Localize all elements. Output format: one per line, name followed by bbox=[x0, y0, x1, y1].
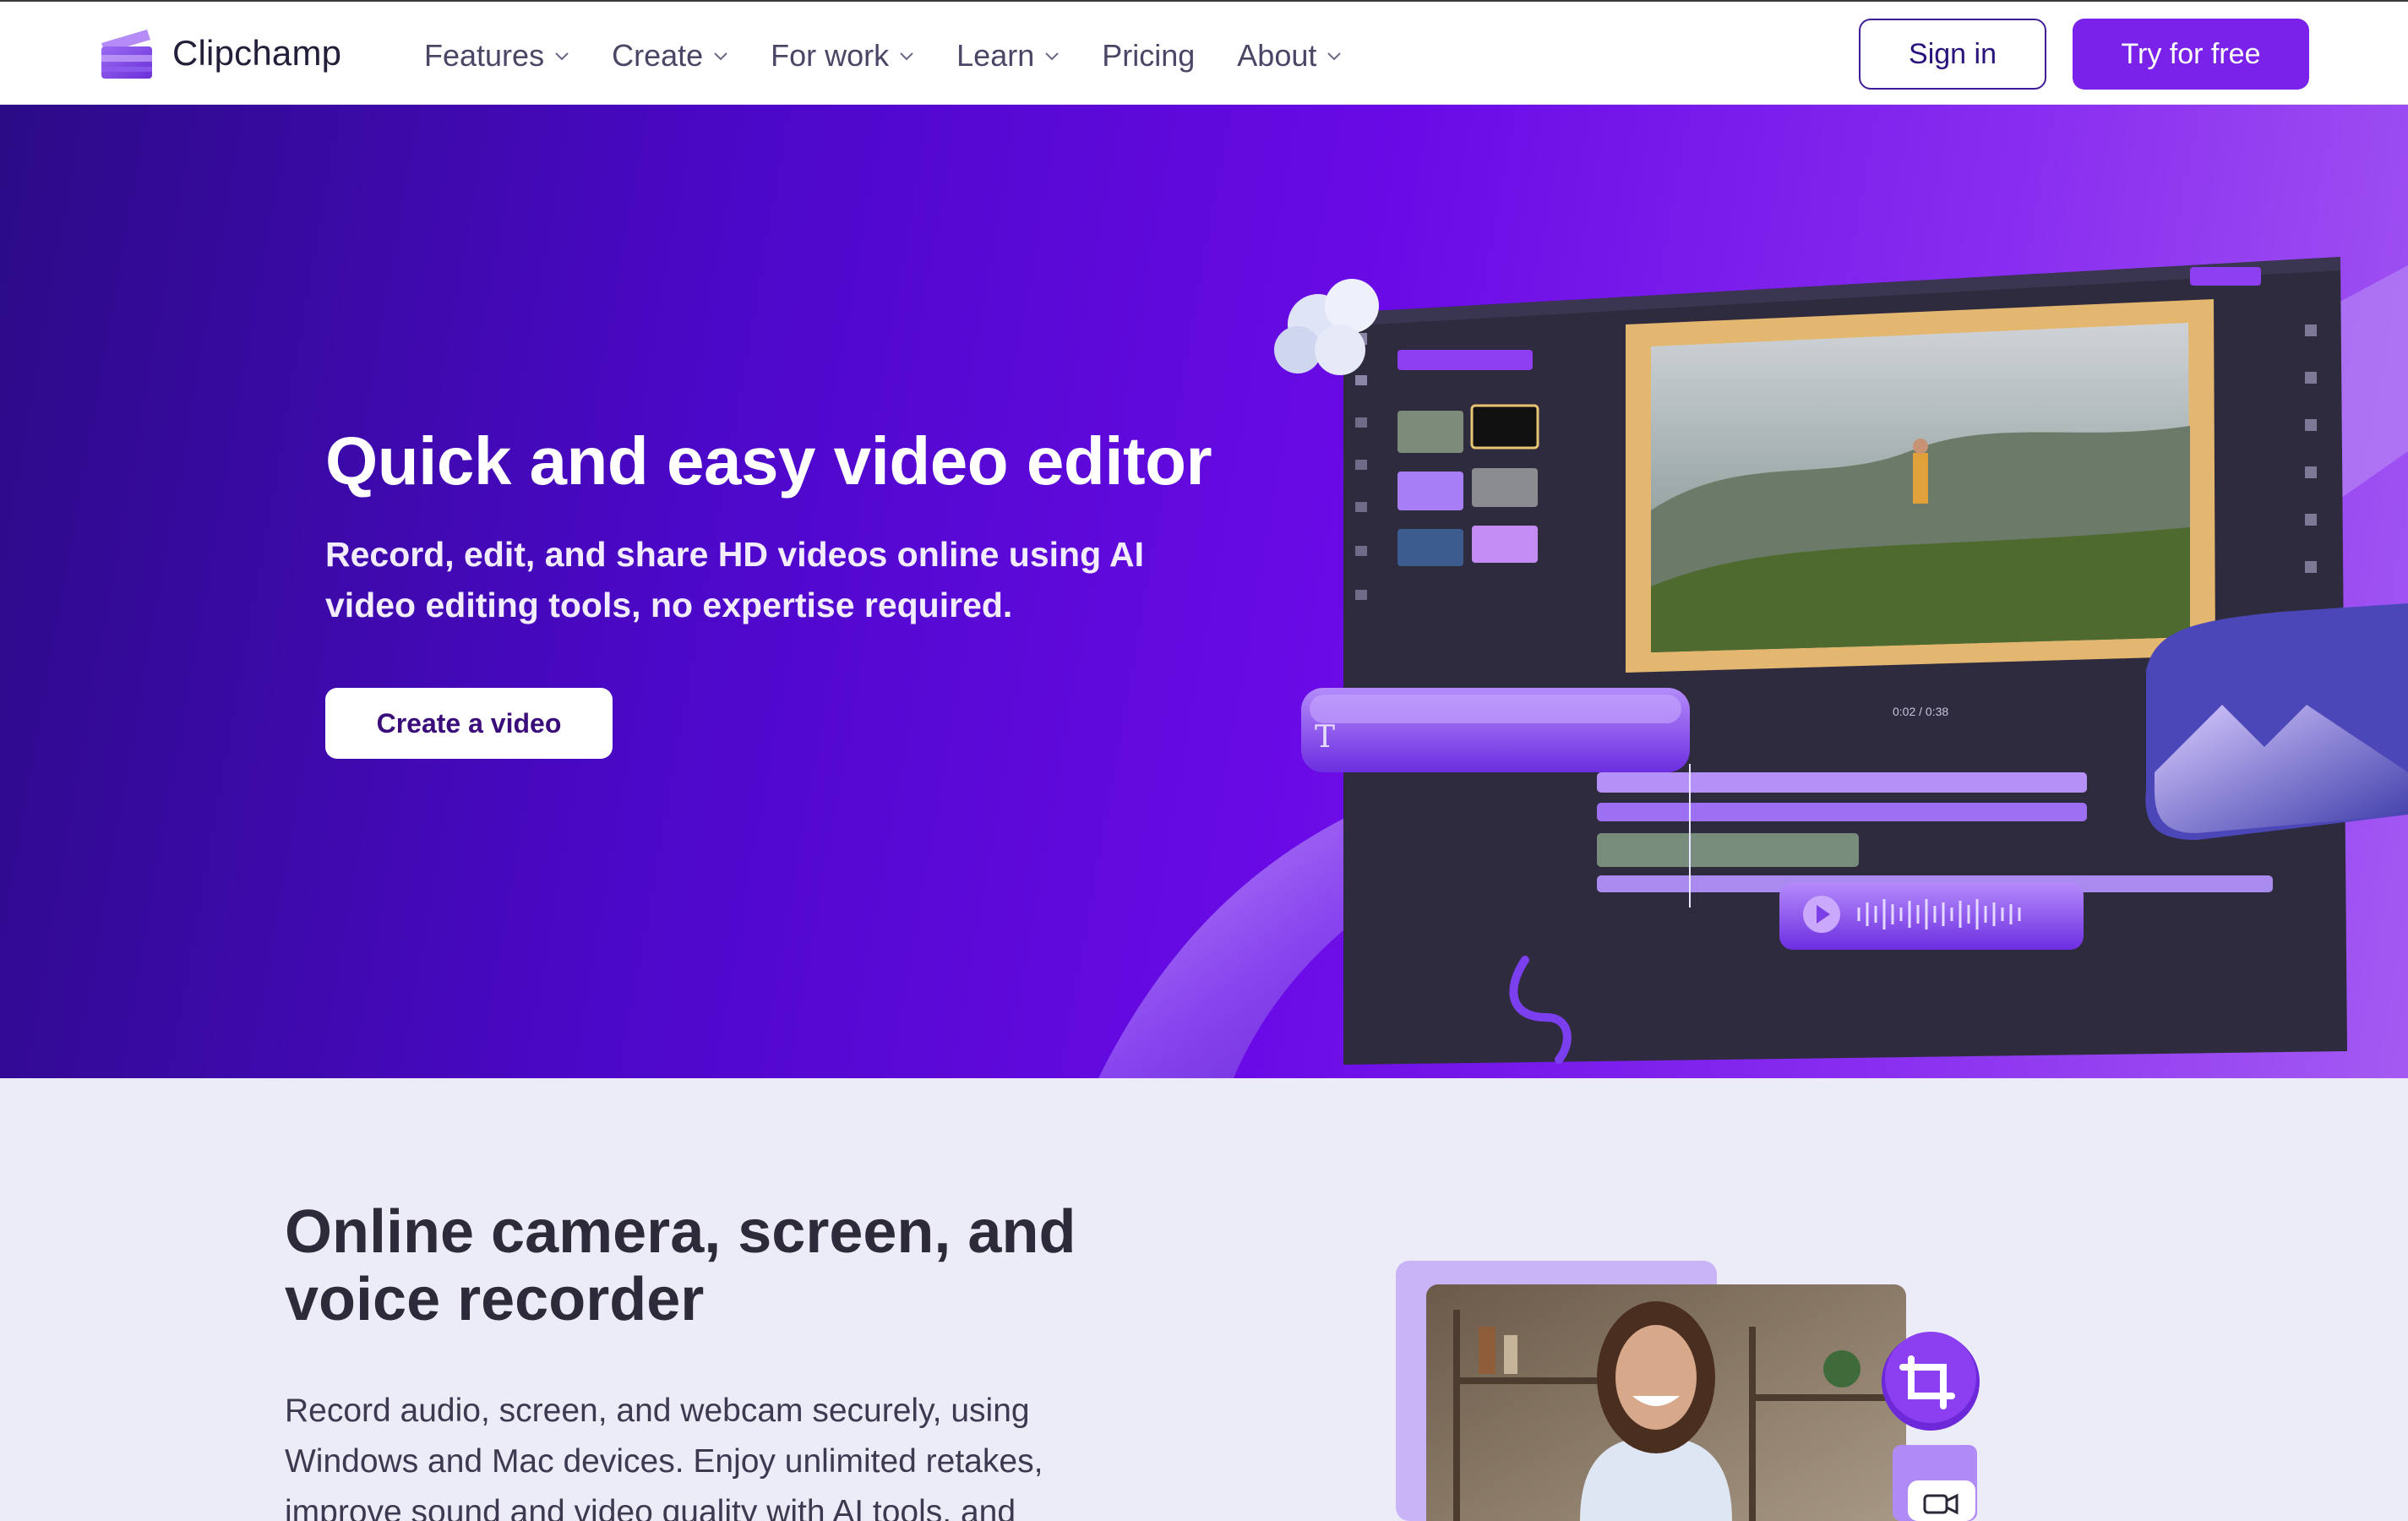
nav-item-create[interactable]: Create bbox=[612, 38, 728, 74]
brand-name: Clipchamp bbox=[172, 33, 342, 73]
chevron-down-icon bbox=[1327, 52, 1342, 61]
nav-item-pricing[interactable]: Pricing bbox=[1102, 38, 1195, 74]
editor-illustration: 0:02 / 0:38 T bbox=[1098, 257, 2408, 1078]
image-tile-decoration bbox=[2145, 603, 2408, 840]
nav-item-learn[interactable]: Learn bbox=[956, 38, 1060, 74]
nav-item-label: About bbox=[1237, 38, 1317, 73]
main-menu: Features Create For work Learn Pricing A… bbox=[424, 32, 1384, 79]
nav-item-label: Learn bbox=[956, 38, 1035, 73]
nav-item-for-work[interactable]: For work bbox=[771, 38, 914, 74]
brand-logo[interactable]: Clipchamp bbox=[98, 25, 341, 81]
camera-icon bbox=[1908, 1480, 1975, 1521]
nav-item-features[interactable]: Features bbox=[424, 38, 569, 74]
svg-text:T: T bbox=[1315, 720, 1335, 755]
audio-clip-pill-decoration bbox=[1779, 882, 2084, 950]
editor-timecode: 0:02 / 0:38 bbox=[1893, 705, 1948, 718]
create-video-button[interactable]: Create a video bbox=[325, 688, 613, 759]
text-clip-pill-decoration: T bbox=[1301, 688, 1690, 772]
recorder-section-body: Record audio, screen, and webcam securel… bbox=[285, 1393, 1043, 1521]
nav-item-label: For work bbox=[771, 38, 890, 73]
clipchamp-logo-icon bbox=[101, 30, 152, 79]
nav-item-about[interactable]: About bbox=[1237, 38, 1342, 74]
chevron-down-icon bbox=[714, 52, 727, 61]
try-for-free-button[interactable]: Try for free bbox=[2073, 19, 2309, 90]
hero-section: Quick and easy video editor Record, edit… bbox=[0, 105, 2408, 1078]
chevron-down-icon bbox=[900, 52, 913, 61]
nav-item-label: Features bbox=[424, 38, 545, 73]
nav-item-label: Create bbox=[612, 38, 704, 73]
recorder-section-title: Online camera, screen, and voice recorde… bbox=[285, 1198, 1076, 1333]
hero-subtitle: Record, edit, and share HD videos online… bbox=[325, 535, 1144, 624]
sign-in-button[interactable]: Sign in bbox=[1859, 19, 2046, 90]
chevron-down-icon bbox=[1045, 52, 1059, 61]
nav-item-label: Pricing bbox=[1102, 38, 1196, 73]
chevron-down-icon bbox=[555, 52, 569, 61]
webcam-recording-illustration bbox=[1396, 1261, 1980, 1521]
top-navigation: Clipchamp Features Create For work Learn… bbox=[0, 0, 2408, 105]
hero-title: Quick and easy video editor bbox=[325, 423, 1212, 499]
